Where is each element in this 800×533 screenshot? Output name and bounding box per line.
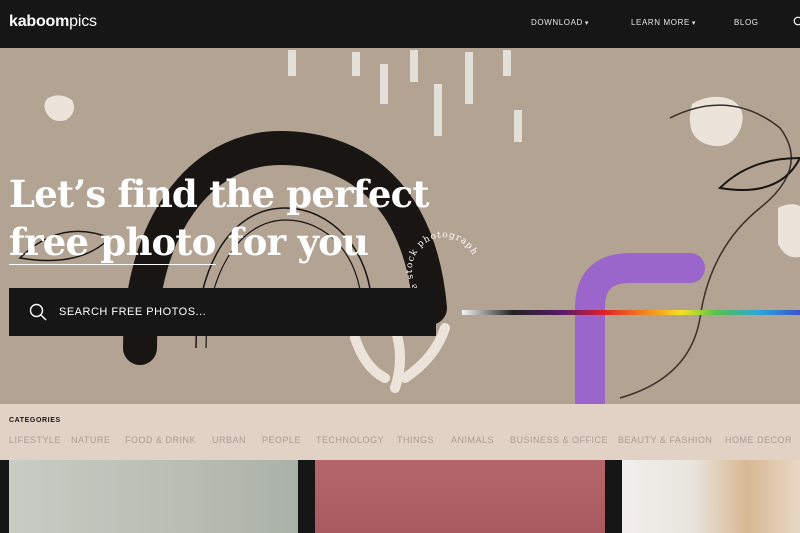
nav-download[interactable]: DOWNLOAD ▾ — [531, 18, 589, 27]
gallery-photo[interactable] — [622, 460, 800, 533]
site-logo[interactable]: kaboompics — [9, 13, 97, 31]
blob-right — [689, 96, 743, 147]
category-home-decor[interactable]: HOME DECOR — [725, 435, 792, 445]
logo-bold-text: kaboom — [9, 13, 70, 30]
gallery-photo[interactable] — [9, 460, 298, 533]
category-nature[interactable]: NATURE — [71, 435, 110, 445]
purple-shape — [575, 253, 705, 404]
category-technology[interactable]: TECHNOLOGY — [316, 435, 384, 445]
category-lifestyle[interactable]: LIFESTYLE — [9, 435, 61, 445]
search-icon[interactable] — [793, 15, 800, 27]
chevron-down-icon: ▾ — [691, 20, 697, 27]
search-input[interactable] — [59, 302, 419, 322]
headline-underlined-text: free photo — [9, 220, 216, 265]
category-things[interactable]: THINGS — [397, 435, 434, 445]
categories-bar: CATEGORIES LIFESTYLE NATURE FOOD & DRINK… — [0, 404, 800, 460]
nav-blog[interactable]: BLOG — [734, 18, 759, 27]
nav-download-label: DOWNLOAD — [531, 18, 583, 27]
headline-rest: for you — [215, 220, 369, 264]
rain-dashes — [288, 50, 522, 142]
logo-light-text: pics — [69, 13, 97, 30]
category-beauty-fashion[interactable]: BEAUTY & FASHION — [618, 435, 712, 445]
category-people[interactable]: PEOPLE — [262, 435, 301, 445]
chevron-down-icon: ▾ — [584, 20, 590, 27]
nav-learn-more[interactable]: LEARN MORE ▾ — [631, 18, 696, 27]
categories-title: CATEGORIES — [9, 417, 61, 424]
hero-search-box[interactable] — [9, 288, 436, 336]
hero-headline: Let’s find the perfect free photo for yo… — [9, 170, 429, 266]
blob-left — [44, 95, 74, 121]
hero-banner: free stock photography Let’s find the pe… — [0, 48, 800, 404]
rainbow-stripe — [462, 310, 800, 315]
category-business-office[interactable]: BUSINESS & OFFICE — [510, 435, 608, 445]
photo-gallery — [0, 460, 800, 533]
gallery-photo[interactable] — [315, 460, 605, 533]
category-urban[interactable]: URBAN — [212, 435, 246, 445]
category-food-drink[interactable]: FOOD & DRINK — [125, 435, 196, 445]
nav-learn-more-label: LEARN MORE — [631, 18, 690, 27]
top-navigation-bar: kaboompics DOWNLOAD ▾ LEARN MORE ▾ BLOG — [0, 0, 800, 48]
category-animals[interactable]: ANIMALS — [451, 435, 494, 445]
search-icon[interactable] — [29, 303, 47, 326]
headline-line-1: Let’s find the perfect — [9, 172, 429, 216]
nav-blog-label: BLOG — [734, 18, 759, 27]
